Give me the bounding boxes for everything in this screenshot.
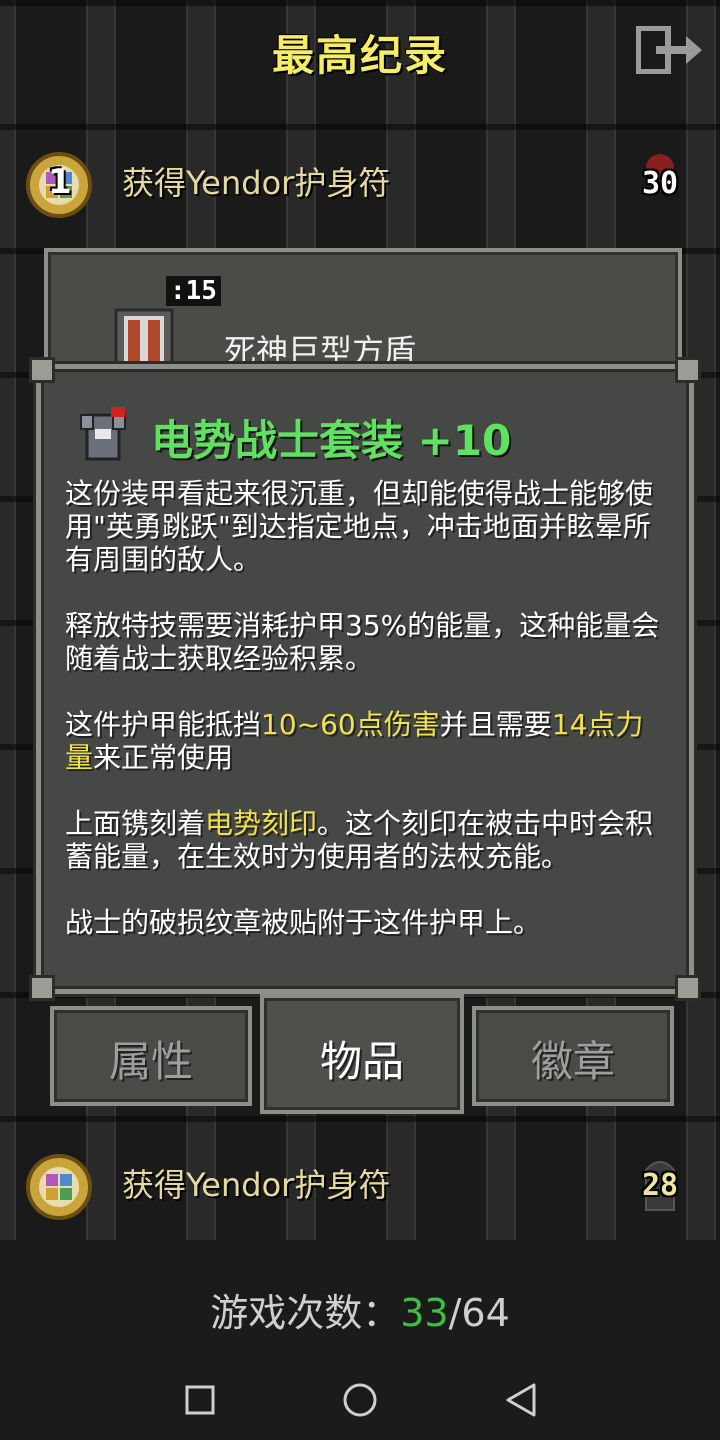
tab-badges[interactable]: 徽章 (472, 1006, 674, 1106)
games-label: 游戏次数： (210, 1291, 401, 1335)
desc-paragraph: 上面镌刻着电势刻印。这个刻印在被击中时会积蓄能量，在生效时为使用者的法杖充能。 (65, 807, 665, 873)
damage-highlight: 10~60点伤害 (261, 708, 440, 741)
tab-label: 徽章 (530, 1037, 615, 1086)
tab-label: 属性 (108, 1037, 193, 1086)
desc-text: 并且需要 (439, 708, 552, 741)
triangle-back-icon[interactable] (504, 1382, 538, 1418)
exit-door-icon (635, 25, 702, 75)
page-title: 最高纪录 (271, 31, 448, 80)
record-row[interactable]: 1 获得Yendor护身符 30 (0, 138, 720, 228)
window-corner (675, 975, 701, 1001)
depth-number: 28 (641, 1168, 679, 1203)
exit-button[interactable] (635, 25, 704, 75)
circle-home-icon[interactable] (342, 1382, 378, 1418)
desc-paragraph: 战士的破损纹章被贴附于这件护甲上。 (65, 906, 542, 939)
tab-label: 物品 (319, 1037, 404, 1086)
depth-number: 30 (641, 166, 679, 201)
desc-paragraph: 释放特技需要消耗护甲35%的能量，这种能量会随着战士获取经验积累。 (65, 609, 660, 675)
record-text: 获得Yendor护身符 (122, 164, 391, 202)
tab-stats[interactable]: 属性 (50, 1006, 252, 1106)
desc-paragraph: 这份装甲看起来很沉重，但却能使得战士能够使用"英勇跳跃"到达指定地点，冲击地面并… (65, 477, 654, 576)
armor-title: 电势战士套装 +10 (151, 416, 512, 465)
tab-items[interactable]: 物品 (260, 994, 464, 1114)
item-quantity: :15 (166, 276, 221, 306)
games-played: 游戏次数：33/64 (0, 1282, 720, 1337)
detail-tabs: 属性 物品 徽章 (44, 990, 676, 1120)
games-total: /64 (448, 1291, 510, 1335)
item-description: 这份装甲看起来很沉重，但却能使得战士能够使用"英勇跳跃"到达指定地点，冲击地面并… (65, 477, 665, 972)
amulet-rank-icon: 1 (24, 150, 94, 220)
desc-text: 上面镌刻着 (65, 807, 206, 840)
games-won: 33 (400, 1291, 449, 1335)
amulet-rank-icon (24, 1152, 94, 1222)
record-row[interactable]: 获得Yendor护身符 28 (0, 1140, 720, 1230)
depth-indicator: 30 (636, 148, 684, 218)
item-detail-window: 电势战士套装 +10 这份装甲看起来很沉重，但却能使得战士能够使用"英勇跳跃"到… (29, 357, 701, 1001)
rank-number: 1 (48, 162, 72, 202)
glyph-highlight: 电势刻印 (205, 807, 318, 840)
desc-text: 来正常使用 (93, 741, 234, 774)
square-recent-icon[interactable] (184, 1384, 216, 1416)
desc-text: 这件护甲能抵挡 (65, 708, 262, 741)
window-corner (675, 357, 701, 383)
armor-icon (73, 405, 133, 465)
window-corner (29, 357, 55, 383)
system-navbar (0, 1360, 720, 1440)
desc-paragraph: 这件护甲能抵挡10~60点伤害并且需要14点力量来正常使用 (65, 708, 665, 774)
depth-indicator: 28 (636, 1150, 684, 1220)
record-text: 获得Yendor护身符 (122, 1166, 391, 1204)
